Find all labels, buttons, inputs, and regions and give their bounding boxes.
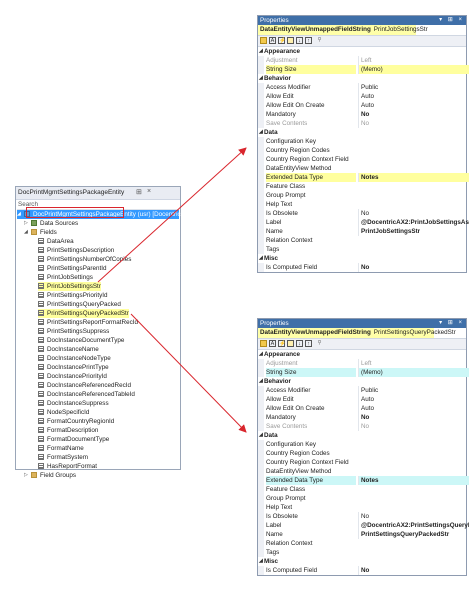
arrow-to-top-properties (97, 147, 247, 283)
callout-arrows (97, 147, 247, 433)
object-class-name: DataEntityViewUnmappedFieldString (260, 329, 371, 336)
object-name: PrintJobSettingsStr (373, 26, 428, 33)
arrow-to-bottom-properties (130, 313, 247, 433)
object-name: PrintSettingsQueryPackedStr (373, 329, 456, 336)
object-class-name: DataEntityViewUnmappedFieldString (260, 26, 371, 33)
